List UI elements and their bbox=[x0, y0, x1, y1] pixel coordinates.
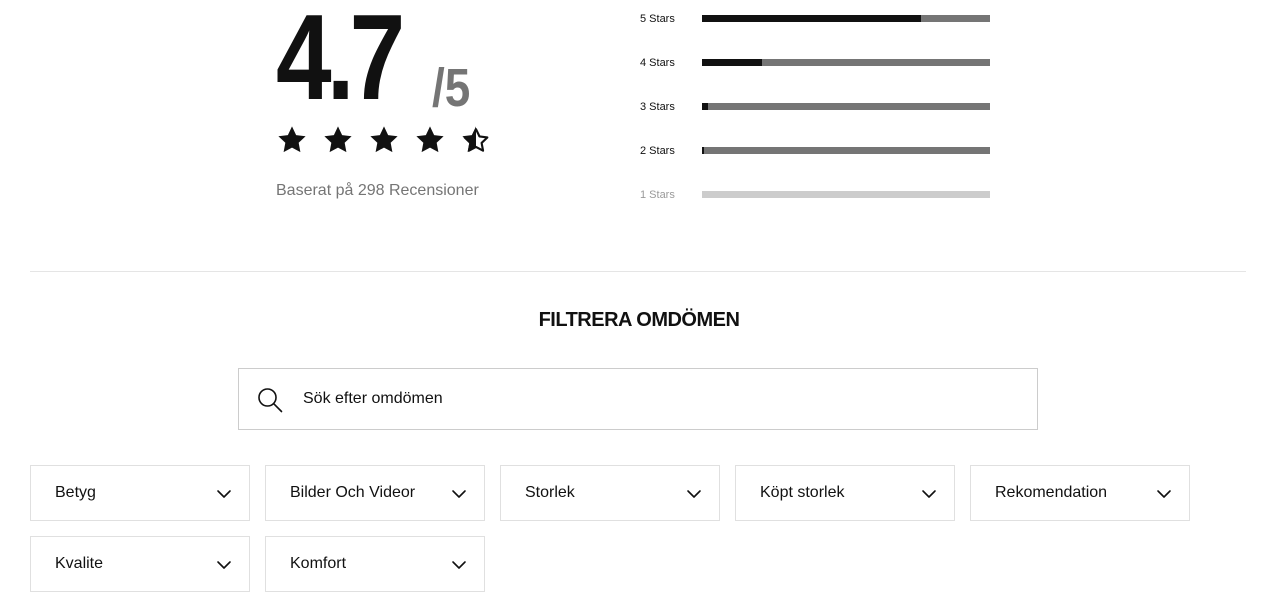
star-icon bbox=[370, 126, 398, 153]
histogram-row-4-stars[interactable]: 4 Stars bbox=[640, 55, 990, 71]
chevron-down-icon bbox=[687, 490, 701, 498]
filter-title: Filtrera omdömen bbox=[538, 309, 740, 331]
histogram-label: 5 Stars bbox=[640, 13, 675, 25]
dropdown-label: Rekomendation bbox=[995, 484, 1108, 501]
filter-dropdown-rekomendation[interactable]: Rekomendation bbox=[970, 465, 1190, 521]
histogram-fill bbox=[702, 59, 762, 66]
histogram-label: 1 Stars bbox=[640, 189, 675, 201]
star-icon bbox=[416, 126, 444, 153]
chevron-down-icon bbox=[1157, 490, 1171, 498]
search-icon bbox=[258, 388, 283, 413]
star-icon bbox=[324, 126, 352, 153]
chevron-down-icon bbox=[217, 561, 231, 569]
histogram-track bbox=[702, 191, 990, 198]
score-row: 4.7 /5 bbox=[276, 0, 477, 125]
dropdown-label: Betyg bbox=[55, 484, 96, 501]
filter-dropdown-kvalite[interactable]: Kvalite bbox=[30, 536, 250, 592]
histogram-fill bbox=[702, 15, 921, 22]
filter-dropdown-betyg[interactable]: Betyg bbox=[30, 465, 250, 521]
filter-dropdown-kopt-storlek[interactable]: Köpt storlek bbox=[735, 465, 955, 521]
histogram-row-2-stars[interactable]: 2 Stars bbox=[640, 143, 990, 159]
dropdown-label: Köpt storlek bbox=[760, 484, 845, 501]
histogram-fill bbox=[702, 147, 704, 154]
dropdown-label: Storlek bbox=[525, 484, 575, 501]
chevron-down-icon bbox=[452, 561, 466, 569]
histogram-row-3-stars[interactable]: 3 Stars bbox=[640, 99, 990, 115]
histogram-track bbox=[702, 103, 990, 110]
chevron-down-icon bbox=[922, 490, 936, 498]
filter-dropdown-bilder-och-videor[interactable]: Bilder Och Videor bbox=[265, 465, 485, 521]
rating-summary: 4.7 /5 Baserat på 298 Recensioner bbox=[276, 0, 506, 215]
filter-dropdown-storlek[interactable]: Storlek bbox=[500, 465, 720, 521]
chevron-down-icon bbox=[452, 490, 466, 498]
dropdown-label: Kvalite bbox=[55, 555, 104, 572]
histogram-track bbox=[702, 59, 990, 66]
search-box[interactable] bbox=[238, 368, 1038, 430]
star-icon bbox=[278, 126, 306, 153]
rating-histogram: 5 Stars 4 Stars 3 Stars 2 Stars 1 Stars bbox=[640, 0, 1000, 215]
score-max: /5 bbox=[432, 58, 471, 118]
histogram-label: 4 Stars bbox=[640, 57, 675, 69]
dropdown-label: Bilder Och Videor bbox=[290, 484, 416, 501]
dropdown-label: Komfort bbox=[290, 555, 347, 572]
star-rating bbox=[276, 124, 492, 156]
filter-dropdown-komfort[interactable]: Komfort bbox=[265, 536, 485, 592]
search-input[interactable] bbox=[303, 369, 1023, 429]
histogram-row-5-stars[interactable]: 5 Stars bbox=[640, 11, 990, 27]
chevron-down-icon bbox=[217, 490, 231, 498]
review-count: Baserat på 298 Recensioner bbox=[276, 182, 479, 199]
histogram-track bbox=[702, 147, 990, 154]
star-half-icon bbox=[462, 126, 489, 153]
histogram-label: 3 Stars bbox=[640, 101, 675, 113]
histogram-fill bbox=[702, 103, 708, 110]
histogram-label: 2 Stars bbox=[640, 145, 675, 157]
histogram-row-1-stars: 1 Stars bbox=[640, 187, 990, 203]
histogram-track bbox=[702, 15, 990, 22]
average-score: 4.7 bbox=[276, 0, 405, 125]
section-divider bbox=[30, 271, 1246, 272]
